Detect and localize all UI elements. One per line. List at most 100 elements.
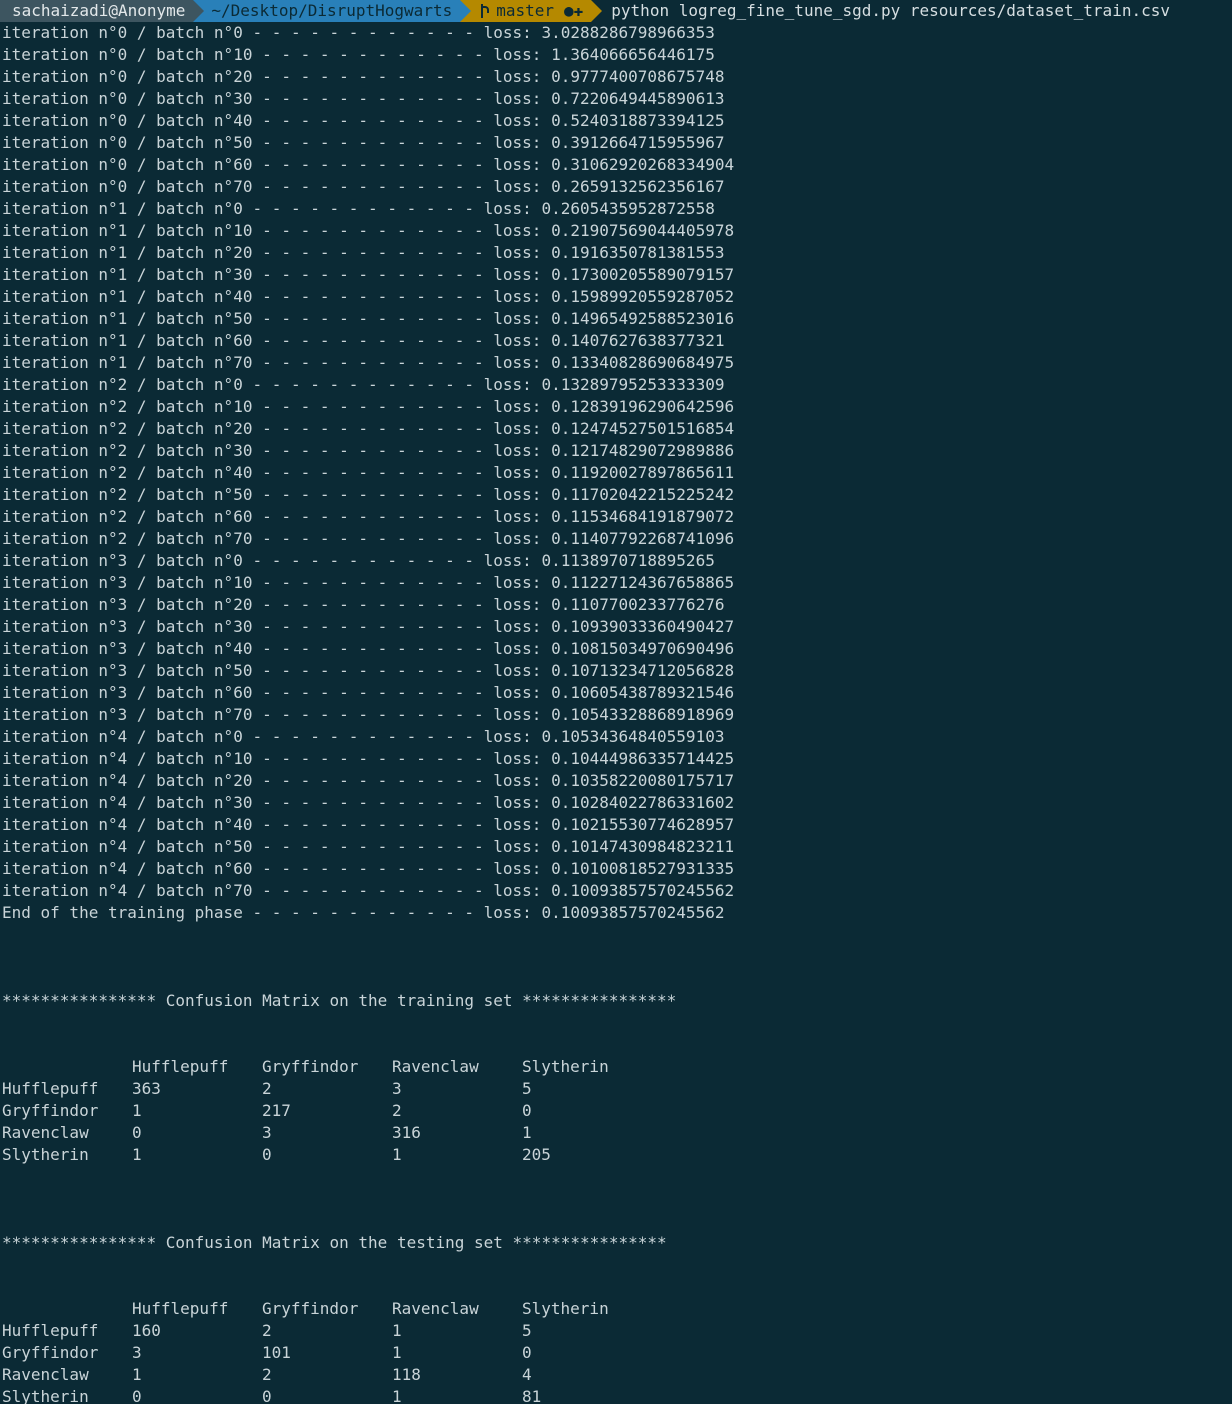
matrix-column-header: Slytherin bbox=[522, 1057, 609, 1076]
log-line: iteration n°4 / batch n°50 - - - - - - -… bbox=[2, 837, 735, 856]
log-line: iteration n°0 / batch n°10 - - - - - - -… bbox=[2, 45, 715, 64]
matrix-row-label: Ravenclaw bbox=[2, 1123, 89, 1142]
matrix-row-label: Hufflepuff bbox=[2, 1079, 99, 1098]
log-line: iteration n°4 / batch n°30 - - - - - - -… bbox=[2, 793, 735, 812]
log-line: iteration n°1 / batch n°10 - - - - - - -… bbox=[2, 221, 735, 240]
log-line: iteration n°1 / batch n°0 - - - - - - - … bbox=[2, 199, 715, 218]
terminal-window[interactable]: sachaizadi@Anonyme ~/Desktop/DisruptHogw… bbox=[0, 0, 1232, 1404]
log-line: iteration n°4 / batch n°60 - - - - - - -… bbox=[2, 859, 735, 878]
matrix-cell: 0 bbox=[132, 1387, 142, 1404]
log-line: iteration n°0 / batch n°40 - - - - - - -… bbox=[2, 111, 725, 130]
matrix-cell: 0 bbox=[522, 1343, 532, 1362]
log-line: iteration n°2 / batch n°50 - - - - - - -… bbox=[2, 485, 735, 504]
matrix-cell: 3 bbox=[392, 1079, 402, 1098]
matrix-cell: 3 bbox=[262, 1123, 272, 1142]
log-line: iteration n°0 / batch n°20 - - - - - - -… bbox=[2, 67, 725, 86]
log-line: iteration n°3 / batch n°40 - - - - - - -… bbox=[2, 639, 735, 658]
matrix-row-label: Gryffindor bbox=[2, 1101, 99, 1120]
matrix-cell: 1 bbox=[392, 1387, 402, 1404]
prompt-user-segment: sachaizadi@Anonyme bbox=[0, 0, 205, 22]
matrix-cell: 1 bbox=[392, 1145, 402, 1164]
matrix-cell: 1 bbox=[522, 1123, 532, 1142]
prompt-branch: master bbox=[496, 1, 555, 20]
log-line: iteration n°3 / batch n°50 - - - - - - -… bbox=[2, 661, 735, 680]
matrix-column-header: Gryffindor bbox=[262, 1299, 359, 1318]
log-line: iteration n°4 / batch n°10 - - - - - - -… bbox=[2, 749, 735, 768]
log-line: iteration n°2 / batch n°60 - - - - - - -… bbox=[2, 507, 735, 526]
log-line: iteration n°2 / batch n°40 - - - - - - -… bbox=[2, 463, 735, 482]
powerline-arrow-icon bbox=[193, 0, 205, 22]
matrix-cell: 1 bbox=[392, 1321, 402, 1340]
matrix-cell: 101 bbox=[262, 1343, 291, 1362]
log-line: iteration n°0 / batch n°0 - - - - - - - … bbox=[2, 23, 715, 42]
matrix-cell: 2 bbox=[262, 1321, 272, 1340]
matrix-cell: 2 bbox=[262, 1365, 272, 1384]
log-line: iteration n°4 / batch n°40 - - - - - - -… bbox=[2, 815, 735, 834]
log-line: End of the training phase - - - - - - - … bbox=[2, 903, 725, 922]
log-line: iteration n°1 / batch n°30 - - - - - - -… bbox=[2, 265, 735, 284]
matrix-cell: 1 bbox=[132, 1101, 142, 1120]
matrix-cell: 1 bbox=[132, 1365, 142, 1384]
log-line: iteration n°3 / batch n°20 - - - - - - -… bbox=[2, 595, 725, 614]
shell-prompt: sachaizadi@Anonyme ~/Desktop/DisruptHogw… bbox=[0, 0, 1170, 22]
powerline-arrow-icon bbox=[460, 0, 472, 22]
matrix-row-label: Slytherin bbox=[2, 1387, 89, 1404]
log-line: iteration n°4 / batch n°20 - - - - - - -… bbox=[2, 771, 735, 790]
git-branch-icon bbox=[478, 4, 490, 18]
log-line: iteration n°3 / batch n°30 - - - - - - -… bbox=[2, 617, 735, 636]
matrix-cell: 205 bbox=[522, 1145, 551, 1164]
matrix-column-header: Hufflepuff bbox=[132, 1057, 229, 1076]
matrix-cell: 2 bbox=[392, 1101, 402, 1120]
matrix-cell: 0 bbox=[262, 1387, 272, 1404]
prompt-git-segment: master ●✚ bbox=[460, 0, 603, 22]
prompt-git-status: ●✚ bbox=[564, 1, 584, 20]
log-line: iteration n°3 / batch n°70 - - - - - - -… bbox=[2, 705, 735, 724]
matrix-column-header: Ravenclaw bbox=[392, 1057, 479, 1076]
matrix-row-label: Hufflepuff bbox=[2, 1321, 99, 1340]
matrix-column-header: Hufflepuff bbox=[132, 1299, 229, 1318]
matrix-row-label: Gryffindor bbox=[2, 1343, 99, 1362]
matrix-column-header: Gryffindor bbox=[262, 1057, 359, 1076]
prompt-directory: ~/Desktop/DisruptHogwarts bbox=[211, 1, 453, 20]
matrix-row-label: Ravenclaw bbox=[2, 1365, 89, 1384]
matrix-title: **************** Confusion Matrix on the… bbox=[2, 1233, 667, 1252]
log-line: iteration n°4 / batch n°0 - - - - - - - … bbox=[2, 727, 725, 746]
log-line: iteration n°0 / batch n°50 - - - - - - -… bbox=[2, 133, 725, 152]
matrix-cell: 363 bbox=[132, 1079, 161, 1098]
log-line: iteration n°2 / batch n°0 - - - - - - - … bbox=[2, 375, 725, 394]
matrix-cell: 160 bbox=[132, 1321, 161, 1340]
log-line: iteration n°3 / batch n°60 - - - - - - -… bbox=[2, 683, 735, 702]
log-line: iteration n°2 / batch n°30 - - - - - - -… bbox=[2, 441, 735, 460]
log-line: iteration n°3 / batch n°0 - - - - - - - … bbox=[2, 551, 715, 570]
matrix-title: **************** Confusion Matrix on the… bbox=[2, 991, 677, 1010]
log-line: iteration n°1 / batch n°60 - - - - - - -… bbox=[2, 331, 725, 350]
prompt-directory-segment: ~/Desktop/DisruptHogwarts bbox=[193, 0, 472, 22]
log-line: iteration n°0 / batch n°60 - - - - - - -… bbox=[2, 155, 735, 174]
matrix-column-header: Slytherin bbox=[522, 1299, 609, 1318]
log-line: iteration n°2 / batch n°10 - - - - - - -… bbox=[2, 397, 735, 416]
matrix-cell: 5 bbox=[522, 1321, 532, 1340]
matrix-cell: 0 bbox=[262, 1145, 272, 1164]
log-line: iteration n°2 / batch n°70 - - - - - - -… bbox=[2, 529, 735, 548]
prompt-command: python logreg_fine_tune_sgd.py resources… bbox=[611, 1, 1170, 20]
log-line: iteration n°1 / batch n°50 - - - - - - -… bbox=[2, 309, 735, 328]
matrix-cell: 4 bbox=[522, 1365, 532, 1384]
log-line: iteration n°4 / batch n°70 - - - - - - -… bbox=[2, 881, 735, 900]
log-line: iteration n°0 / batch n°70 - - - - - - -… bbox=[2, 177, 725, 196]
powerline-arrow-icon bbox=[591, 0, 603, 22]
log-line: iteration n°3 / batch n°10 - - - - - - -… bbox=[2, 573, 735, 592]
log-line: iteration n°1 / batch n°70 - - - - - - -… bbox=[2, 353, 735, 372]
matrix-cell: 0 bbox=[522, 1101, 532, 1120]
matrix-cell: 5 bbox=[522, 1079, 532, 1098]
matrix-cell: 81 bbox=[522, 1387, 542, 1404]
matrix-cell: 316 bbox=[392, 1123, 421, 1142]
log-line: iteration n°1 / batch n°40 - - - - - - -… bbox=[2, 287, 735, 306]
matrix-cell: 0 bbox=[132, 1123, 142, 1142]
matrix-cell: 1 bbox=[392, 1343, 402, 1362]
matrix-cell: 1 bbox=[132, 1145, 142, 1164]
matrix-cell: 118 bbox=[392, 1365, 421, 1384]
matrix-cell: 2 bbox=[262, 1079, 272, 1098]
prompt-user: sachaizadi@Anonyme bbox=[12, 1, 186, 20]
log-line: iteration n°0 / batch n°30 - - - - - - -… bbox=[2, 89, 725, 108]
log-line: iteration n°1 / batch n°20 - - - - - - -… bbox=[2, 243, 725, 262]
